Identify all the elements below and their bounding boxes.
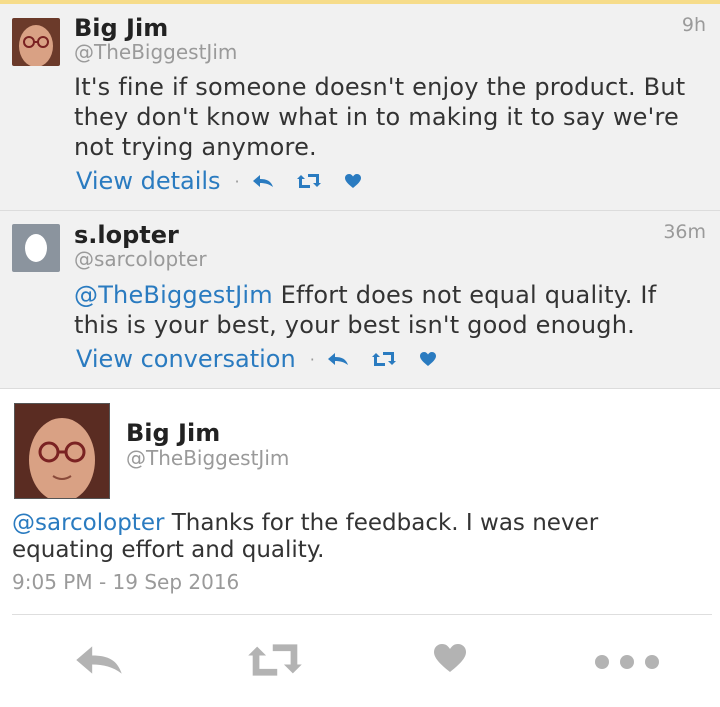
user-name[interactable]: Big Jim [74,14,168,42]
tweet-actions: View conversation · [76,344,459,374]
avatar[interactable] [14,403,110,499]
tweet-text: It's fine if someone doesn't enjoy the p… [74,73,686,161]
divider [12,614,712,615]
user-name[interactable]: Big Jim [126,419,220,447]
mention-link[interactable]: @sarcolopter [12,510,164,536]
separator-dot: · [234,171,240,191]
user-handle[interactable]: @TheBiggestJim [126,446,289,470]
retweet-icon[interactable] [246,642,304,682]
retweet-icon[interactable] [371,351,397,367]
tweet-text: @sarcolopter Thanks for the feedback. I … [12,510,702,564]
user-name[interactable]: s.lopter [74,221,179,249]
tweet-item[interactable]: Big Jim @TheBiggestJim 9h It's fine if s… [0,4,720,211]
tweet-time: 9h [681,14,706,36]
tweet-timestamp: 9:05 PM - 19 Sep 2016 [12,570,240,594]
retweet-icon[interactable] [296,173,322,189]
heart-icon[interactable] [432,642,468,678]
separator-dot: · [309,349,315,369]
tweet-actions: View details · [76,166,384,196]
avatar[interactable] [12,18,60,66]
heart-icon[interactable] [419,351,437,367]
tweet-text: @TheBiggestJim Effort does not equal qua… [74,280,704,340]
view-details-link[interactable]: View details [76,167,221,195]
reply-icon[interactable] [74,644,124,680]
user-handle[interactable]: @sarcolopter [74,247,207,271]
tweet-time: 36m [663,221,706,243]
avatar[interactable] [12,224,60,272]
view-conversation-link[interactable]: View conversation [76,345,296,373]
tweet-item[interactable]: s.lopter @sarcolopter 36m @TheBiggestJim… [0,211,720,389]
mention-link[interactable]: @TheBiggestJim [74,281,273,309]
action-bar [0,630,720,690]
reply-icon[interactable] [327,352,349,366]
heart-icon[interactable] [344,173,362,189]
more-icon[interactable] [594,654,660,674]
user-handle[interactable]: @TheBiggestJim [74,40,237,64]
reply-icon[interactable] [252,174,274,188]
